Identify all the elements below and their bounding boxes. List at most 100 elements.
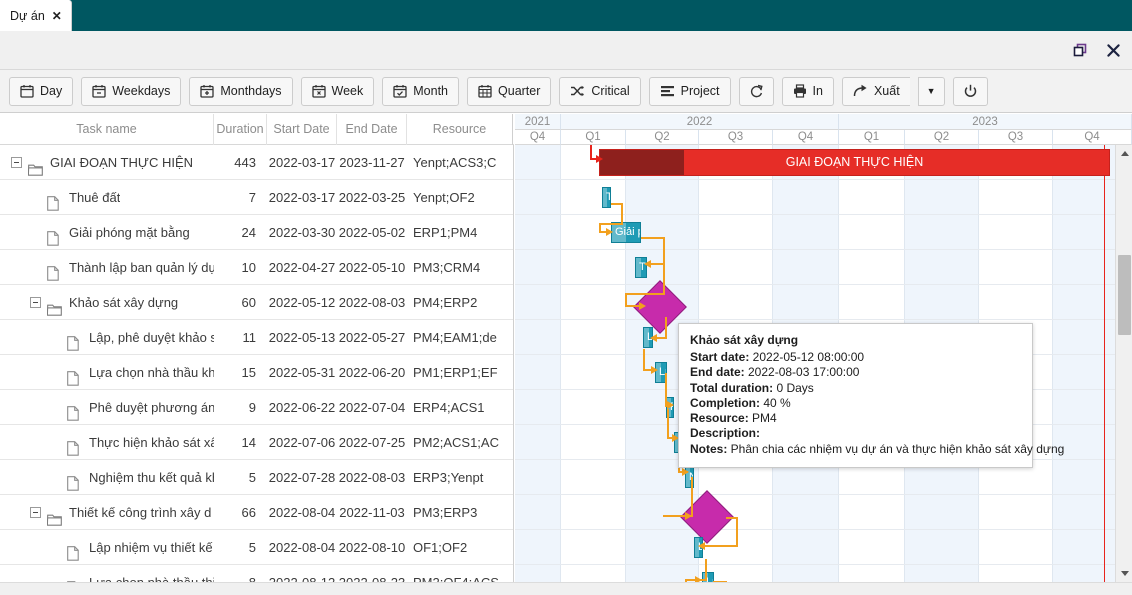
dependency-link	[736, 517, 738, 547]
progress-fill	[603, 188, 608, 207]
toolbar-button-label: Quarter	[498, 84, 541, 98]
task-name-cell: Lập, phê duyệt khảo s	[0, 320, 214, 355]
collapse-toggle-icon[interactable]	[30, 296, 41, 308]
export-button[interactable]: Xuất	[841, 76, 910, 106]
vertical-scroll-thumb[interactable]	[1118, 255, 1131, 335]
duration-cell: 15	[241, 364, 256, 380]
timeline-quarter-cell: Q4	[515, 130, 561, 145]
toolbar-button-weekdays[interactable]: Weekdays	[81, 76, 182, 106]
progress-fill	[612, 223, 626, 242]
table-row[interactable]: GIAI ĐOẠN THỰC HIỆN 443 2022-03-17 2023-11-…	[0, 145, 513, 180]
table-row[interactable]: Nghiệm thu kết quả kh 5 2022-07-28 2022-08-…	[0, 460, 513, 495]
power-icon	[964, 84, 976, 97]
toolbar-button-week[interactable]: Week	[300, 76, 375, 106]
refresh-button[interactable]	[738, 76, 774, 106]
task-name-cell: Thành lập ban quản lý dự	[0, 250, 214, 285]
toolbar-button-monthdays[interactable]: Monthdays	[189, 76, 293, 106]
folder-icon	[46, 294, 62, 316]
task-name-label: Thực hiện khảo sát xâ	[89, 434, 214, 450]
gantt-row-separator	[515, 494, 1132, 495]
dependency-link	[665, 317, 667, 339]
timeline-year-cell: 2023	[839, 114, 1132, 130]
start-date-cell: 2022-08-12	[268, 574, 336, 583]
gantt-bar-label: GIAI ĐOẠN THỰC HIỆN	[785, 155, 924, 169]
tooltip-field-label: Notes:	[690, 441, 728, 456]
print-button[interactable]: In	[781, 76, 834, 106]
gantt-quarter-column	[561, 145, 626, 582]
end-date-cell: 2022-08-23	[338, 574, 406, 583]
table-row[interactable]: Lựa chọn nhà thầu thi 8 2022-08-12 2022-08-…	[0, 565, 513, 582]
table-row[interactable]: Lập, phê duyệt khảo s 11 2022-05-13 2022-05…	[0, 320, 513, 355]
toolbar-button-day[interactable]: Day	[9, 76, 74, 106]
table-row[interactable]: Lựa chọn nhà thầu kh 15 2022-05-31 2022-06-…	[0, 355, 513, 390]
scroll-down-button[interactable]	[1116, 565, 1132, 582]
toolbar: Day Weekdays Monthdays Week Month Quarte…	[0, 70, 1132, 113]
toolbar-button-project[interactable]: Project	[648, 76, 731, 106]
start-date-cell: 2022-07-28	[268, 469, 336, 485]
tooltip-field: End date: 2022-08-03 17:00:00	[690, 365, 860, 380]
duration-cell: 443	[234, 154, 256, 170]
table-row[interactable]: Giải phóng mặt bằng 24 2022-03-30 2022-05-0…	[0, 215, 513, 250]
end-date-cell: 2022-08-03	[338, 469, 406, 485]
collapse-toggle-icon[interactable]	[11, 156, 22, 168]
start-date-cell: 2022-03-17	[268, 154, 336, 170]
resource-cell: OF1;OF2	[413, 539, 468, 555]
vertical-scrollbar[interactable]	[1115, 145, 1132, 582]
dependency-arrow-icon	[644, 260, 651, 268]
print-label: In	[812, 84, 823, 98]
dependency-link	[599, 223, 623, 225]
column-header-end-date[interactable]: End Date	[337, 113, 407, 145]
tooltip-field: Total duration: 0 Days	[690, 380, 814, 395]
resource-cell: PM1;ERP1;EF	[413, 364, 498, 380]
restore-icon[interactable]	[1072, 42, 1089, 59]
tab-close-icon[interactable]: ✕	[52, 10, 62, 22]
toolbar-button-quarter[interactable]: Quarter	[467, 76, 552, 106]
power-button[interactable]	[952, 76, 988, 106]
table-row[interactable]: Thành lập ban quản lý dự 10 2022-04-27 2022…	[0, 250, 513, 285]
today-marker-line	[1104, 145, 1105, 582]
duration-cell: 10	[241, 259, 256, 275]
gantt-quarter-column	[515, 145, 561, 582]
table-row[interactable]: Phê duyệt phương án 9 2022-06-22 2022-07-04…	[0, 390, 513, 425]
collapse-toggle-icon[interactable]	[30, 506, 41, 518]
close-icon[interactable]	[1105, 42, 1122, 59]
table-row[interactable]: Thiết kế công trình xây d 66 2022-08-04 202…	[0, 495, 513, 530]
column-header-start-date[interactable]: Start Date	[267, 113, 337, 145]
scroll-up-button[interactable]	[1116, 145, 1132, 162]
tooltip-field: Completion: 40 %	[690, 395, 791, 410]
column-header-resource[interactable]: Resource	[407, 113, 513, 145]
gantt-task-bar[interactable]: Giải phóng mặt bằng	[611, 222, 641, 243]
task-grid-body[interactable]: GIAI ĐOẠN THỰC HIỆN 443 2022-03-17 2023-11-…	[0, 145, 514, 582]
dependency-arrow-icon	[667, 401, 674, 409]
window-bar	[0, 31, 1132, 70]
tab-du-an[interactable]: Dự án ✕	[0, 0, 72, 31]
toolbar-button-month[interactable]: Month	[382, 76, 460, 106]
horizontal-scrollbar[interactable]	[0, 582, 1132, 595]
table-row[interactable]: Khảo sát xây dựng 60 2022-05-12 2022-08-03 P…	[0, 285, 513, 320]
share-arrow-icon	[853, 84, 867, 97]
task-name-cell: Thiết kế công trình xây d	[0, 495, 214, 530]
timeline-quarter-cell: Q2	[626, 130, 699, 145]
column-header-duration[interactable]: Duration	[214, 113, 267, 145]
task-grid-header: Task name Duration Start Date End Date R…	[0, 113, 514, 145]
calendar-month-icon	[393, 85, 407, 98]
start-date-cell: 2022-06-22	[268, 399, 336, 415]
duration-cell: 7	[248, 189, 256, 205]
tab-strip: Dự án ✕	[0, 0, 1132, 31]
column-header-task-name[interactable]: Task name	[0, 113, 214, 145]
end-date-cell: 2022-11-03	[339, 504, 405, 520]
export-dropdown-button[interactable]: ▼	[917, 76, 945, 106]
task-name-cell: GIAI ĐOẠN THỰC HIỆN	[0, 145, 214, 180]
dependency-arrow-icon	[682, 468, 689, 476]
gantt-summary-bar[interactable]: GIAI ĐOẠN THỰC HIỆN	[599, 149, 1110, 176]
table-row[interactable]: Thực hiện khảo sát xâ 14 2022-07-06 2022-07…	[0, 425, 513, 460]
gantt-row-separator	[515, 179, 1132, 180]
table-row[interactable]: Thuê đất 7 2022-03-17 2022-03-25 Yenpt;OF2	[0, 180, 513, 215]
gantt-task-bar[interactable]: Thuê đất	[602, 187, 611, 208]
file-icon	[67, 399, 82, 421]
task-name-cell: Nghiệm thu kết quả kh	[0, 460, 214, 495]
dependency-link	[667, 409, 669, 439]
table-row[interactable]: Lập nhiệm vụ thiết kế 5 2022-08-04 2022-08-…	[0, 530, 513, 565]
toolbar-button-critical[interactable]: Critical	[559, 76, 641, 106]
